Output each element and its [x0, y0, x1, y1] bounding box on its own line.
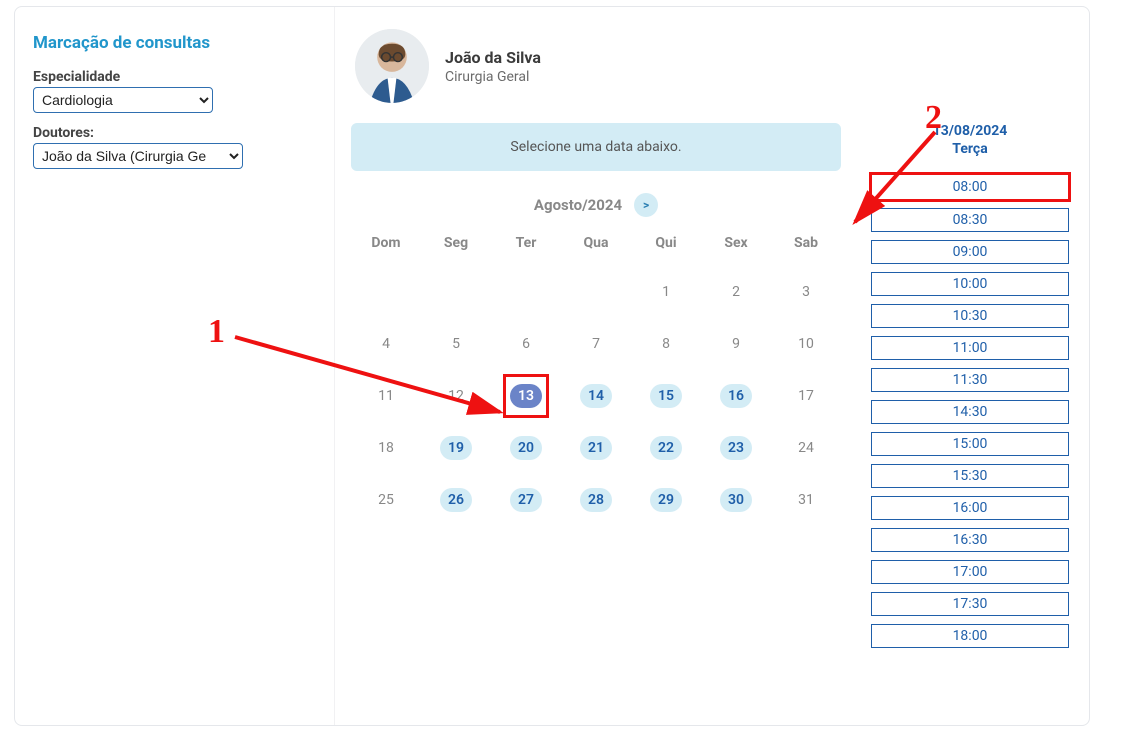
- calendar-day[interactable]: 22: [631, 429, 701, 467]
- calendar-day-pill[interactable]: 27: [510, 488, 542, 512]
- calendar-month-label: Agosto/2024: [534, 196, 622, 214]
- selected-date-caption: 13/08/2024 Terça: [871, 123, 1069, 158]
- calendar-day[interactable]: 27: [491, 481, 561, 519]
- calendar-day-pill[interactable]: 29: [650, 488, 682, 512]
- time-slot[interactable]: 15:00: [871, 432, 1069, 456]
- calendar-day-pill[interactable]: 15: [650, 384, 682, 408]
- time-slot[interactable]: 16:30: [871, 528, 1069, 552]
- calendar-day[interactable]: 23: [701, 429, 771, 467]
- calendar-day-pill[interactable]: 14: [580, 384, 612, 408]
- calendar-day: 12: [421, 377, 491, 415]
- calendar-day-pill[interactable]: 23: [720, 436, 752, 460]
- calendar-day[interactable]: 26: [421, 481, 491, 519]
- calendar-day[interactable]: 13: [491, 377, 561, 415]
- calendar-day-pill[interactable]: 26: [440, 488, 472, 512]
- calendar-day[interactable]: 28: [561, 481, 631, 519]
- time-slot[interactable]: 17:00: [871, 560, 1069, 584]
- calendar-day: 9: [701, 325, 771, 363]
- calendar-day: 8: [631, 325, 701, 363]
- time-slot[interactable]: 10:00: [871, 272, 1069, 296]
- calendar-day: 31: [771, 481, 841, 519]
- calendar-weekday: Dom: [351, 227, 421, 259]
- time-slot[interactable]: 11:00: [871, 336, 1069, 360]
- calendar-weekday: Qui: [631, 227, 701, 259]
- calendar-day: 10: [771, 325, 841, 363]
- info-banner: Selecione uma data abaixo.: [351, 123, 841, 171]
- calendar-weekday: Sex: [701, 227, 771, 259]
- calendar-day: [421, 273, 491, 311]
- time-slot[interactable]: 15:30: [871, 464, 1069, 488]
- sidebar: Marcação de consultas Especialidade Card…: [15, 7, 335, 725]
- specialty-label: Especialidade: [33, 69, 334, 85]
- calendar-day: 6: [491, 325, 561, 363]
- calendar-day-pill[interactable]: 21: [580, 436, 612, 460]
- calendar-day: 5: [421, 325, 491, 363]
- calendar-day: 25: [351, 481, 421, 519]
- calendar-day: 11: [351, 377, 421, 415]
- calendar-weekday: Ter: [491, 227, 561, 259]
- selected-weekday: Terça: [952, 141, 987, 157]
- calendar-day: [351, 273, 421, 311]
- calendar-day[interactable]: 19: [421, 429, 491, 467]
- calendar-day-pill[interactable]: 30: [720, 488, 752, 512]
- calendar-day[interactable]: 14: [561, 377, 631, 415]
- calendar-body: 1234567891011121314151617181920212223242…: [351, 273, 841, 519]
- calendar-day-pill[interactable]: 13: [510, 384, 542, 408]
- doctor-select[interactable]: João da Silva (Cirurgia Ge: [33, 143, 243, 169]
- calendar-weekday-row: DomSegTerQuaQuiSexSab: [351, 227, 841, 259]
- calendar-day: 18: [351, 429, 421, 467]
- time-slot[interactable]: 10:30: [871, 304, 1069, 328]
- avatar: [355, 29, 429, 103]
- calendar-day[interactable]: 30: [701, 481, 771, 519]
- time-slot[interactable]: 17:30: [871, 592, 1069, 616]
- calendar-header: Agosto/2024 >: [351, 193, 841, 217]
- calendar-day[interactable]: 29: [631, 481, 701, 519]
- time-slot[interactable]: 16:00: [871, 496, 1069, 520]
- calendar-weekday: Qua: [561, 227, 631, 259]
- calendar-day-pill[interactable]: 28: [580, 488, 612, 512]
- calendar-day: 7: [561, 325, 631, 363]
- annotation-day-highlight: 13: [503, 374, 549, 418]
- calendar-weekday: Sab: [771, 227, 841, 259]
- doctor-specialty: Cirurgia Geral: [445, 69, 541, 85]
- time-slot[interactable]: 08:00: [871, 174, 1069, 200]
- calendar-day: 17: [771, 377, 841, 415]
- doctors-label: Doutores:: [33, 125, 334, 141]
- sidebar-title: Marcação de consultas: [33, 33, 334, 53]
- calendar-day: 24: [771, 429, 841, 467]
- calendar-day: 2: [701, 273, 771, 311]
- specialty-select[interactable]: Cardiologia: [33, 87, 213, 113]
- time-slot-list: 08:00 08:30 09:00 10:00 10:30 11:00 11:30 14:30…: [871, 174, 1069, 648]
- time-slot[interactable]: 11:30: [871, 368, 1069, 392]
- doctor-header: João da Silva Cirurgia Geral: [355, 29, 1089, 103]
- calendar-day[interactable]: 20: [491, 429, 561, 467]
- calendar-weekday: Seg: [421, 227, 491, 259]
- time-slot[interactable]: 09:00: [871, 240, 1069, 264]
- time-slot[interactable]: 14:30: [871, 400, 1069, 424]
- doctor-name: João da Silva: [445, 48, 541, 67]
- calendar-day: [561, 273, 631, 311]
- calendar-next-button[interactable]: >: [634, 193, 658, 217]
- selected-date: 13/08/2024: [933, 123, 1008, 139]
- calendar-day: 3: [771, 273, 841, 311]
- time-slot[interactable]: 08:30: [871, 208, 1069, 232]
- calendar-day[interactable]: 15: [631, 377, 701, 415]
- main-panel: João da Silva Cirurgia Geral Selecione u…: [335, 7, 1089, 725]
- calendar-day-pill[interactable]: 16: [720, 384, 752, 408]
- calendar-day[interactable]: 21: [561, 429, 631, 467]
- calendar-day[interactable]: 16: [701, 377, 771, 415]
- calendar-day-pill[interactable]: 19: [440, 436, 472, 460]
- time-slot[interactable]: 18:00: [871, 624, 1069, 648]
- calendar-day: 4: [351, 325, 421, 363]
- calendar-day: [491, 273, 561, 311]
- calendar-day: 1: [631, 273, 701, 311]
- calendar-day-pill[interactable]: 20: [510, 436, 542, 460]
- calendar-day-pill[interactable]: 22: [650, 436, 682, 460]
